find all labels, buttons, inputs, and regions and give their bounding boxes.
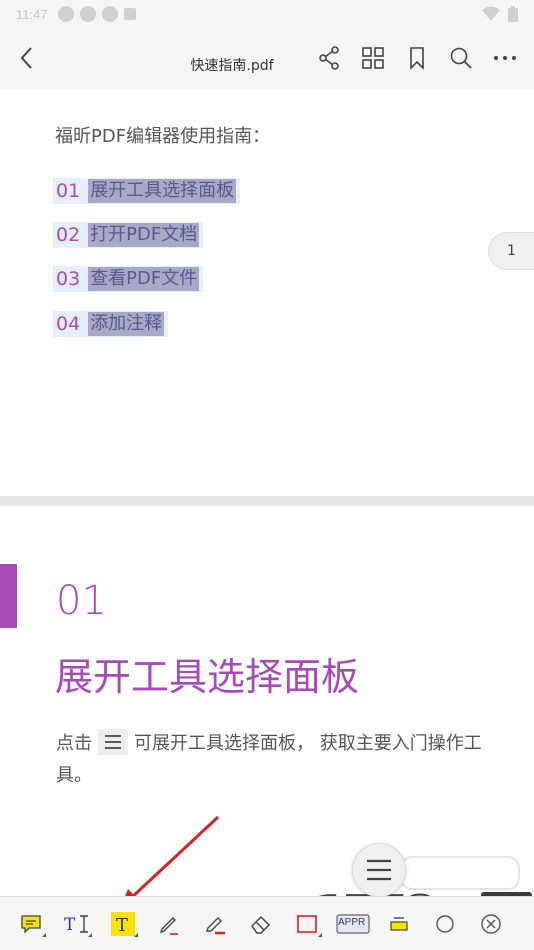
submenu-indicator: [318, 932, 322, 937]
pencil-icon: [159, 916, 178, 935]
close-icon: [481, 913, 501, 934]
share-icon: [319, 46, 339, 70]
note-icon: [21, 914, 41, 934]
pdf-page-1[interactable]: 福昕PDF编辑器使用指南： 01 展开工具选择面板 02 打开PDF文档 03 …: [0, 90, 534, 496]
annotation-toolbar: T T APPR: [0, 896, 534, 950]
bookmark-icon: [410, 47, 424, 70]
notification-icon: [101, 6, 118, 22]
status-time: 11:47: [16, 6, 48, 22]
description-prefix: 点击: [56, 733, 92, 754]
status-system-icons: [482, 6, 518, 22]
bookmark-button[interactable]: [398, 42, 436, 74]
toc-number: 02: [56, 224, 81, 246]
typewriter-tool-button[interactable]: T: [104, 905, 142, 943]
toc-label: 展开工具选择面板: [88, 179, 237, 203]
notification-icon: [57, 6, 74, 22]
page-separator: [0, 496, 534, 506]
grid-icon: [362, 47, 384, 69]
eraser-tool-button[interactable]: [242, 905, 280, 943]
close-toolbar-button[interactable]: [472, 905, 510, 943]
svg-text:T: T: [116, 915, 128, 936]
undo-button[interactable]: [426, 905, 464, 943]
battery-icon: [508, 6, 518, 22]
rectangle-icon: [297, 914, 317, 933]
wifi-icon: [482, 6, 500, 21]
submenu-indicator: [134, 932, 138, 937]
intro-heading: 福昕PDF编辑器使用指南：: [55, 126, 271, 147]
note-tool-button[interactable]: [12, 905, 50, 943]
highlighter-tool-button[interactable]: [196, 905, 234, 943]
section-accent-bar: [0, 564, 17, 628]
more-horizontal-icon: [494, 56, 516, 60]
section-title: 展开工具选择面板: [55, 655, 360, 699]
share-button[interactable]: [310, 42, 348, 74]
search-button[interactable]: [442, 42, 480, 74]
eraser-icon: [251, 915, 271, 934]
stamp-label: APPR: [338, 916, 366, 928]
text-box-tool-button[interactable]: T: [58, 905, 96, 943]
toc-label: 查看PDF文件: [88, 267, 200, 291]
menu-icon: [98, 729, 128, 755]
text-highlight-tool-button[interactable]: [380, 905, 418, 943]
rectangle-tool-button[interactable]: [288, 905, 326, 943]
text-box-icon: T: [64, 915, 88, 935]
more-button[interactable]: [486, 42, 524, 74]
page-number-indicator[interactable]: 1: [488, 232, 534, 270]
search-icon: [450, 47, 472, 69]
toc-item[interactable]: 03 查看PDF文件: [53, 266, 204, 292]
top-actions: [310, 42, 524, 74]
section-number: 01: [56, 578, 107, 624]
typewriter-icon: T: [111, 911, 135, 936]
notification-icon: [79, 6, 96, 22]
toc-label: 添加注释: [88, 312, 165, 336]
toc-item[interactable]: 02 打开PDF文档: [53, 222, 204, 248]
toc-label: 打开PDF文档: [88, 223, 200, 247]
section-description: 点击 可展开工具选择面板， 获取主要入门操作工具。: [56, 728, 486, 792]
highlighter-icon: [206, 916, 225, 934]
thumbnails-button[interactable]: [354, 42, 392, 74]
top-toolbar: 快速指南.pdf: [0, 28, 534, 90]
status-notification-icons: [57, 6, 136, 22]
notification-icon: [123, 8, 136, 20]
status-bar: 11:47: [0, 0, 534, 28]
submenu-indicator: [88, 932, 92, 937]
pencil-tool-button[interactable]: [150, 905, 188, 943]
pdf-page-2[interactable]: 01 展开工具选择面板 点击 可展开工具选择面板， 获取主要入门操作工具。: [0, 506, 534, 896]
stamp-tool-button[interactable]: APPR: [334, 905, 372, 943]
text-highlight-icon: [390, 916, 408, 931]
toc-number: 03: [56, 268, 81, 290]
tool-panel-button[interactable]: [352, 843, 406, 897]
toc-number: 04: [56, 313, 81, 335]
submenu-indicator: [42, 932, 46, 937]
svg-text:T: T: [64, 915, 76, 935]
menu-icon: [367, 859, 391, 881]
undo-icon: [436, 914, 454, 933]
toc-item[interactable]: 01 展开工具选择面板: [53, 178, 241, 204]
toc-number: 01: [56, 180, 81, 202]
toc-item[interactable]: 04 添加注释: [53, 311, 169, 337]
